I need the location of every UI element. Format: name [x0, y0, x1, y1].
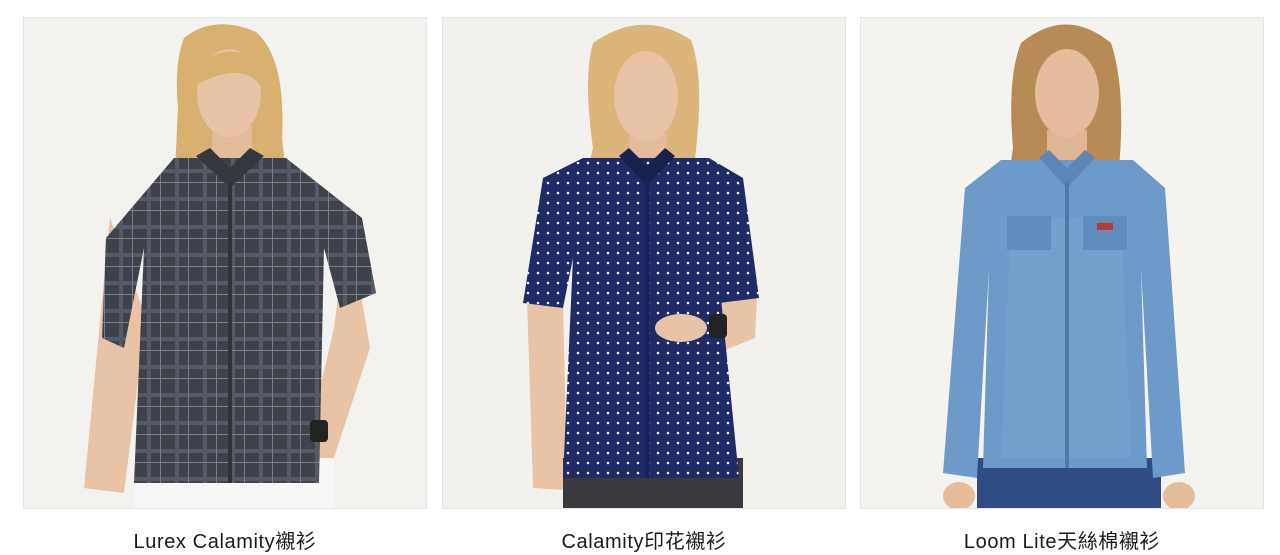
- product-name[interactable]: Lurex Calamity襯衫: [23, 529, 427, 555]
- model-in-grey-plaid-shirt-photo: [24, 18, 426, 508]
- product-image-denim-shirt[interactable]: [860, 17, 1264, 509]
- product-grid: Lurex Calamity襯衫 Calamity印花襯衫 Loom Lite天…: [0, 0, 1280, 555]
- product-image-polka-dot-shirt[interactable]: [442, 17, 846, 509]
- product-name[interactable]: Loom Lite天絲棉襯衫: [860, 529, 1264, 555]
- product-card-loom-lite-tencel[interactable]: Loom Lite天絲棉襯衫: [860, 17, 1264, 555]
- model-in-navy-polka-dot-shirt-photo: [443, 18, 845, 508]
- product-image-plaid-shirt[interactable]: [23, 17, 427, 509]
- model-in-light-denim-shirt-photo: [861, 18, 1263, 508]
- product-card-calamity-print[interactable]: Calamity印花襯衫: [442, 17, 846, 555]
- product-name[interactable]: Calamity印花襯衫: [442, 529, 846, 555]
- product-card-lurex-calamity[interactable]: Lurex Calamity襯衫: [23, 17, 427, 555]
